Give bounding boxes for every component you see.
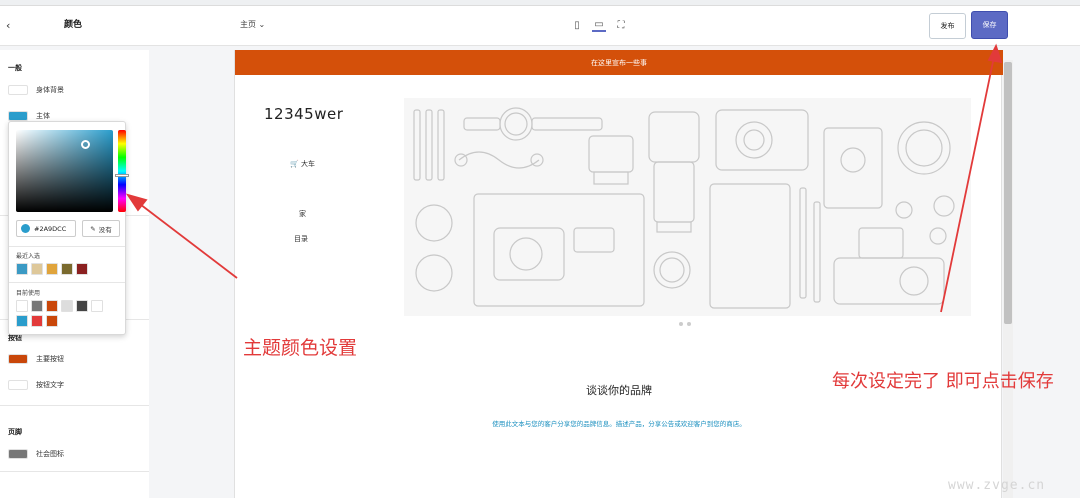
editor-root: ‹ 颜色 主页 ⌄ ▯ ▭ ⛶ 发布 保存 一般 身体背景 主体 按钮 主要按钮 — [0, 0, 1080, 498]
annotation-arrows — [125, 43, 1003, 313]
arrow-to-picker — [131, 197, 238, 279]
annotation-save-hint: 每次设定完了 即可点击保存 — [832, 371, 1054, 392]
arrow-head — [987, 43, 1003, 64]
annotation-theme-color: 主题颜色设置 — [243, 337, 358, 359]
arrow-head — [125, 193, 148, 212]
arrow-to-save — [940, 51, 996, 313]
watermark: www.zvge.cn — [948, 478, 1046, 493]
